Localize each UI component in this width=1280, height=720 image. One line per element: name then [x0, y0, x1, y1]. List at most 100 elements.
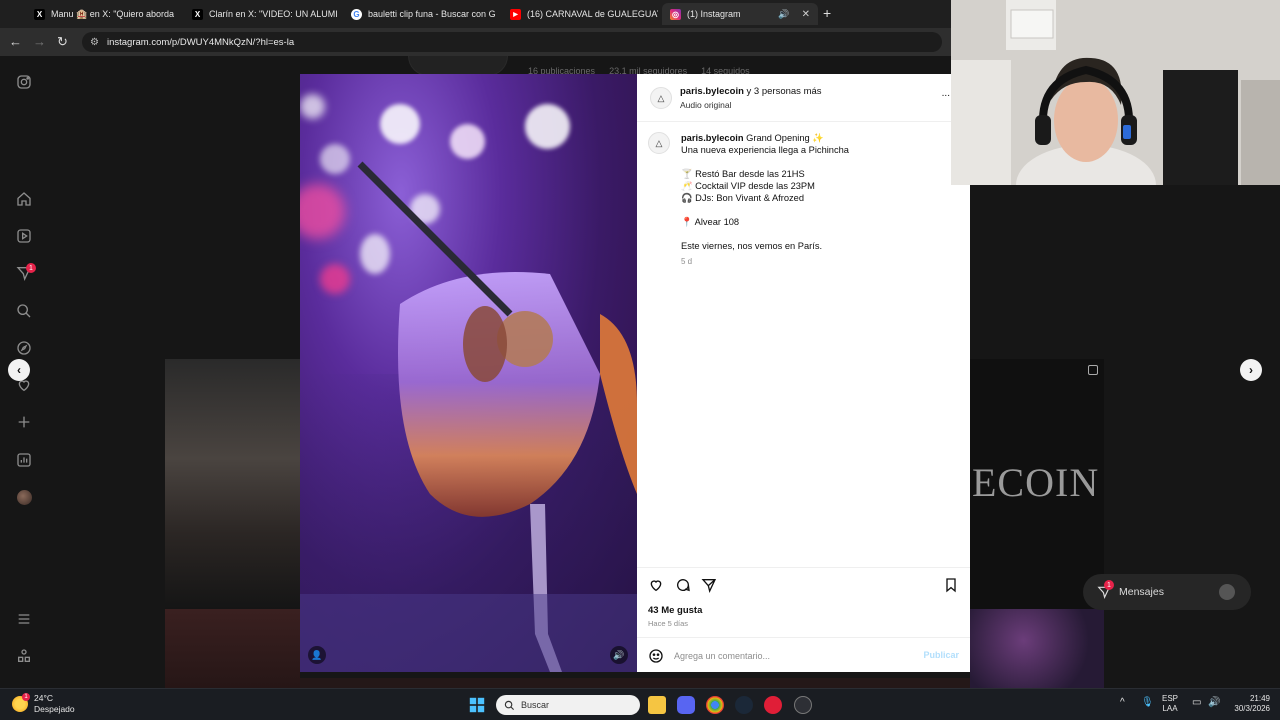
caption-author[interactable]: paris.bylecoin — [681, 133, 744, 143]
post-time: Hace 5 días — [648, 619, 689, 628]
author-avatar[interactable]: △ — [650, 87, 672, 109]
brand-logo-text: ECOIN — [972, 460, 1100, 505]
tab-label: Manu 🏨 en X: "Quiero aborda — [51, 8, 174, 19]
grid-post-thumbnail[interactable]: ECOIN — [970, 359, 1104, 609]
caption-author-avatar[interactable]: △ — [648, 132, 670, 154]
publish-button[interactable]: Publicar — [923, 650, 959, 660]
site-info-icon[interactable]: ⚙ — [90, 37, 99, 48]
menu-icon[interactable] — [14, 609, 34, 629]
emoji-picker-icon[interactable] — [648, 648, 664, 664]
like-heart-icon[interactable] — [648, 577, 666, 595]
comment-input[interactable] — [674, 647, 904, 665]
clock-date: 30/3/2026 — [1234, 704, 1270, 713]
contact-avatar — [1219, 584, 1235, 600]
likes-count[interactable]: 43 Me gusta — [648, 605, 702, 616]
author-username[interactable]: paris.bylecoin — [680, 86, 744, 97]
search-icon[interactable] — [14, 301, 34, 321]
caption-timestamp[interactable]: 5 d — [681, 256, 961, 268]
screen: X Manu 🏨 en X: "Quiero aborda ✕ X Clarín… — [0, 0, 1280, 720]
speaker-icon[interactable]: 🔊 — [778, 9, 789, 20]
caption-line: 🍸 Restó Bar desde las 21HS — [681, 169, 805, 179]
close-tab-icon[interactable]: ✕ — [802, 9, 810, 20]
share-send-icon[interactable] — [701, 577, 719, 595]
chrome-icon[interactable] — [706, 696, 724, 714]
media-player-icon[interactable] — [764, 696, 782, 714]
create-plus-icon[interactable] — [14, 412, 34, 432]
steam-icon[interactable] — [735, 696, 753, 714]
tagged-user-icon[interactable]: 👤 — [308, 646, 326, 664]
tab-x-clarin[interactable]: X Clarín en X: "VIDEO: UN ALUMI ✕ — [184, 3, 338, 25]
post-media[interactable]: 👤 🔊 — [300, 74, 637, 672]
post-caption: paris.bylecoin Grand Opening ✨ Una nueva… — [681, 132, 961, 268]
tab-instagram[interactable]: ◎ (1) Instagram 🔊 ✕ — [662, 3, 818, 25]
previous-post-button[interactable]: ‹ — [8, 359, 30, 381]
caption-text: Grand Opening ✨ — [746, 133, 824, 143]
instagram-logo-icon[interactable] — [14, 72, 34, 92]
volume-icon[interactable]: 🔊 — [1208, 698, 1220, 708]
tab-label: bauletti clip funa - Buscar con G — [368, 9, 496, 19]
post-details-panel: △ paris.bylecoin y 3 personas más Audio … — [637, 74, 970, 672]
profile-photo — [16, 489, 32, 505]
more-options-icon[interactable]: ... — [942, 88, 950, 99]
network-icon[interactable]: ▭ — [1192, 698, 1201, 708]
grid-post-thumbnail[interactable] — [970, 609, 1104, 688]
language-indicator[interactable]: ESP LAA — [1162, 694, 1178, 714]
discord-icon[interactable] — [677, 696, 695, 714]
comment-composer: Publicar — [637, 637, 970, 672]
tab-youtube[interactable]: ▶ (16) CARNAVAL de GUALEGUAY ✕ — [502, 3, 658, 25]
audio-toggle-icon[interactable]: 🔊 — [610, 646, 628, 664]
caption-line — [681, 156, 961, 168]
app-icon[interactable] — [794, 696, 812, 714]
windows-taskbar: 1 24°C Despejado Buscar ^ 🎙 ESP LAA ▭ 🔊 — [0, 688, 1280, 720]
forward-arrow-icon[interactable]: → — [33, 34, 46, 49]
clock[interactable]: 21:49 30/3/2026 — [1226, 694, 1270, 714]
caption-line — [681, 204, 961, 216]
comment-bubble-icon[interactable] — [675, 577, 693, 595]
microphone-icon[interactable]: 🎙 — [1141, 698, 1154, 708]
caption-line: 🥂 Cocktail VIP desde las 23PM — [681, 181, 815, 191]
next-post-button[interactable]: › — [1240, 359, 1262, 381]
more-apps-icon[interactable] — [14, 646, 34, 666]
grid-post-thumbnail[interactable] — [165, 609, 300, 688]
home-icon[interactable] — [14, 189, 34, 209]
caption-line: 📍 Alvear 108 — [681, 217, 740, 227]
post-modal: 👤 🔊 △ paris.bylecoin y 3 personas más Au… — [300, 74, 970, 672]
post-header-user: paris.bylecoin y 3 personas más — [680, 86, 822, 97]
tab-x-manu[interactable]: X Manu 🏨 en X: "Quiero aborda ✕ — [26, 3, 178, 25]
weather-badge: 1 — [22, 693, 30, 701]
weather-desc: Despejado — [34, 704, 75, 714]
taskbar-search-box[interactable]: Buscar — [496, 695, 640, 715]
explore-icon[interactable] — [14, 338, 34, 358]
profile-avatar-icon[interactable] — [14, 487, 34, 507]
youtube-logo-icon: ▶ — [510, 8, 521, 20]
messages-badge: 1 — [1104, 580, 1114, 590]
collaborators-text[interactable]: y 3 personas más — [747, 86, 822, 97]
reload-icon[interactable]: ↻ — [57, 34, 68, 50]
save-bookmark-icon[interactable] — [943, 577, 961, 595]
caption-line: paris.bylecoin Grand Opening ✨ — [681, 132, 961, 144]
webcam-overlay — [951, 0, 1280, 185]
messages-button[interactable]: 1 Mensajes — [1083, 574, 1251, 610]
original-audio-link[interactable]: Audio original — [680, 100, 732, 110]
file-explorer-icon[interactable] — [648, 696, 666, 714]
back-arrow-icon[interactable]: ← — [9, 34, 22, 49]
messenger-icon: 1 — [1097, 580, 1114, 599]
reels-icon[interactable] — [14, 226, 34, 246]
notification-badge: 1 — [26, 263, 36, 273]
url-text: instagram.com/p/DWUY4MNkQzN/?hl=es-la — [106, 36, 295, 48]
grid-post-thumbnail[interactable] — [165, 359, 300, 609]
weather-widget[interactable]: 1 24°C Despejado — [12, 693, 75, 715]
show-hidden-icons[interactable]: ^ — [1120, 698, 1125, 708]
caption-line — [681, 228, 961, 240]
taskbar-search-placeholder: Buscar — [521, 700, 550, 710]
google-logo-icon: G — [351, 8, 362, 20]
address-bar[interactable]: ⚙ instagram.com/p/DWUY4MNkQzN/?hl=es-la — [82, 32, 942, 52]
windows-start-icon[interactable] — [468, 696, 486, 714]
grid-row-thumbnails[interactable] — [300, 678, 970, 688]
tab-google-search[interactable]: G bauletti clip funa - Buscar con G ✕ — [343, 3, 497, 25]
dashboard-icon[interactable] — [14, 450, 34, 470]
tab-label: Clarín en X: "VIDEO: UN ALUMI — [209, 9, 338, 19]
post-actions-bar — [637, 567, 970, 597]
weather-temp: 24°C — [34, 693, 53, 703]
new-tab-button[interactable]: + — [823, 5, 831, 21]
